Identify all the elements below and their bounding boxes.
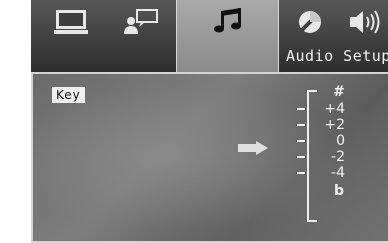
- scale-tick: [297, 108, 305, 110]
- tab-general[interactable]: [45, 0, 97, 44]
- scale-level-value: +2: [324, 117, 345, 133]
- tab-audio-setup[interactable]: [176, 0, 279, 72]
- scale-tick: [297, 156, 305, 158]
- scale-level[interactable]: -2: [297, 149, 381, 165]
- music-note-icon: [213, 8, 243, 34]
- scale-level[interactable]: -4: [297, 165, 381, 181]
- scale-tick: [297, 140, 305, 142]
- scale-level-value: +4: [324, 101, 345, 117]
- tab-speaker[interactable]: [341, 0, 388, 44]
- scale-level[interactable]: +4: [297, 101, 381, 117]
- key-setting-label[interactable]: Key: [52, 87, 85, 103]
- color-disc-icon: [297, 9, 323, 35]
- tab-language[interactable]: [115, 0, 167, 44]
- scale-tick: [297, 172, 305, 174]
- menu-bar: Audio Setup: [31, 0, 388, 72]
- current-level-pointer-icon: [238, 140, 272, 159]
- scale-level-value: -2: [331, 149, 345, 165]
- person-speech-icon: [123, 9, 159, 35]
- active-tab-label: Audio Setup: [286, 47, 388, 65]
- scale-level[interactable]: +2: [297, 117, 381, 133]
- scale-level-value: -4: [331, 165, 345, 181]
- monitor-icon: [54, 9, 88, 35]
- scale-tick: [297, 124, 305, 126]
- sharp-symbol: #: [333, 84, 345, 100]
- dvd-setup-screen: Audio Setup Key # +4 +2 0 -2 -4 b: [0, 0, 388, 243]
- speaker-icon: [349, 9, 381, 35]
- scale-level-value: 0: [336, 133, 345, 149]
- audio-setup-panel: Key # +4 +2 0 -2 -4 b: [31, 72, 388, 243]
- flat-symbol: b: [333, 183, 345, 199]
- tab-video[interactable]: [285, 0, 335, 44]
- scale-level-current[interactable]: 0: [297, 133, 381, 149]
- key-scale[interactable]: # +4 +2 0 -2 -4 b: [238, 84, 371, 234]
